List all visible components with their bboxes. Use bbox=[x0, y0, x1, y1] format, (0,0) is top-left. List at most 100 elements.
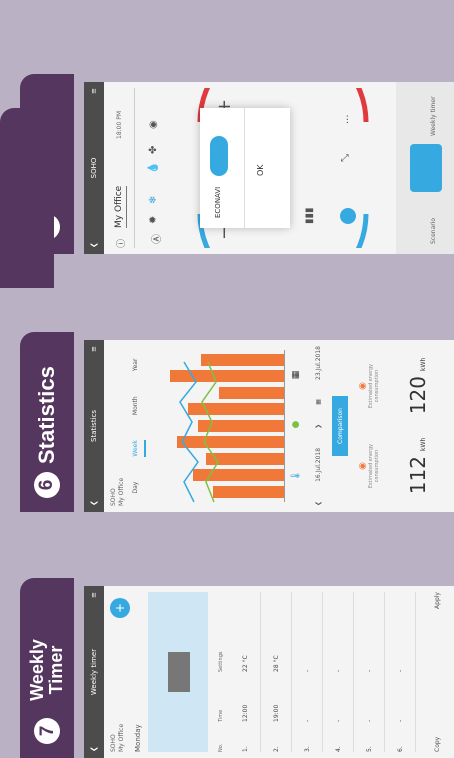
home-nav-icon[interactable] bbox=[410, 144, 442, 192]
row-setting: - bbox=[303, 669, 311, 672]
econavi-toggle-icon[interactable] bbox=[210, 136, 228, 176]
app-bar-title: Weekly timer bbox=[90, 648, 98, 696]
column-header: No. bbox=[218, 743, 224, 752]
row-number: 1. bbox=[241, 746, 249, 752]
econavi-sensor-icon[interactable] bbox=[340, 208, 356, 224]
copy-button[interactable]: Copy bbox=[434, 737, 448, 752]
cool-mode-icon[interactable]: ❄ bbox=[148, 196, 159, 204]
calendar-icon[interactable]: ▦ bbox=[315, 399, 322, 405]
add-button[interactable]: + bbox=[110, 598, 130, 618]
timeline bbox=[148, 592, 208, 752]
bottom-nav: Scenario Weekly timer bbox=[396, 82, 454, 254]
energy-item: ◉ Estimated energy consumption bbox=[358, 351, 398, 421]
dialog-title: ECONAVI bbox=[214, 186, 222, 218]
header-line-2: My Office bbox=[118, 477, 125, 506]
tab-year[interactable]: Year bbox=[132, 359, 146, 372]
energy-value: 120 kWh bbox=[406, 358, 430, 415]
row-time: - bbox=[365, 719, 373, 722]
panel-statistics-tab: 6 Statistics bbox=[20, 332, 74, 512]
date-from: 16.Jul.2018 bbox=[314, 447, 322, 482]
period-tabs: Day Week Month Year bbox=[132, 346, 146, 506]
back-icon[interactable]: ❮ bbox=[90, 242, 98, 248]
row-number: 5. bbox=[365, 746, 373, 752]
table-row[interactable]: 2. 19:00 28 °C bbox=[261, 592, 292, 752]
panel-weekly-timer-tab bbox=[0, 108, 54, 288]
energy-number: 120 bbox=[406, 376, 430, 415]
dry-mode-icon[interactable]: 💧 bbox=[148, 162, 159, 174]
apply-button[interactable]: Apply bbox=[434, 592, 448, 609]
panel-title: Statistics bbox=[34, 366, 59, 464]
row-setting: 28 °C bbox=[272, 655, 280, 672]
header-line-2: My Office bbox=[118, 723, 125, 752]
table-row[interactable]: 3. - - bbox=[292, 592, 323, 752]
dialog-ok-button[interactable]: OK bbox=[256, 164, 265, 176]
swing-icon[interactable]: ⤡ bbox=[340, 154, 351, 162]
column-header: Settings bbox=[218, 651, 224, 672]
table-row[interactable]: 6. - - bbox=[385, 592, 416, 752]
row-time: - bbox=[396, 719, 404, 722]
energy-label: Estimated energy consumption bbox=[368, 363, 380, 409]
header-line-1: SOHO bbox=[110, 488, 117, 506]
nanoe-icon[interactable]: ◉ bbox=[148, 120, 159, 129]
leaf-icon[interactable]: ● bbox=[291, 421, 301, 429]
timer-table: 1. 12:00 22 °C 2. 19:00 28 °C 3. - - 4. - - 5. - - 6. - - bbox=[230, 592, 416, 752]
menu-icon[interactable]: ≡ bbox=[90, 346, 98, 352]
row-setting: - bbox=[365, 669, 373, 672]
bottom-actions: Copy Apply bbox=[434, 592, 448, 752]
scenario-nav[interactable]: Scenario bbox=[430, 218, 437, 244]
back-icon[interactable]: ❮ bbox=[90, 746, 98, 752]
dialog-divider bbox=[244, 108, 245, 228]
energy-icon: ◉ bbox=[358, 462, 368, 470]
app-bar: ❮ Weekly timer ≡ bbox=[84, 586, 104, 758]
more-button[interactable]: ... bbox=[340, 114, 351, 124]
next-icon[interactable]: ❯ bbox=[315, 424, 322, 429]
app-bar: ❮ SOHO ≡ bbox=[84, 82, 104, 254]
weekly-timer-nav[interactable]: Weekly timer bbox=[430, 96, 437, 136]
temperature-lines bbox=[179, 361, 219, 502]
app-bar: ❮ Statistics ≡ bbox=[84, 340, 104, 512]
thermometer-icon[interactable]: 🌡 bbox=[291, 470, 301, 481]
info-icon[interactable]: ⓘ bbox=[114, 239, 127, 248]
energy-summary: ◉ Estimated energy consumption ◉ Estimat… bbox=[358, 346, 398, 506]
fan-mode-icon[interactable]: ✤ bbox=[148, 146, 159, 154]
row-number: 6. bbox=[396, 746, 404, 752]
tab-day[interactable]: Day bbox=[132, 482, 146, 494]
menu-icon[interactable]: ≡ bbox=[90, 592, 98, 598]
app-bar-title: SOHO bbox=[90, 157, 98, 179]
energy-number: 112 bbox=[406, 456, 430, 495]
statistics-screen: ❮ Statistics ≡ SOHO My Office Day Week M… bbox=[84, 340, 454, 512]
location-header: SOHO My Office bbox=[110, 478, 126, 506]
table-row[interactable]: 4. - - bbox=[323, 592, 354, 752]
building-icon[interactable]: ▦ bbox=[291, 371, 301, 380]
table-row[interactable]: 1. 12:00 22 °C bbox=[230, 592, 261, 752]
header-line-1: SOHO bbox=[110, 734, 117, 752]
auto-mode-icon[interactable]: Ⓐ bbox=[148, 234, 163, 244]
panel-weekly-timer-tab: 7 Weekly Timer bbox=[20, 578, 74, 758]
tab-week[interactable]: Week bbox=[132, 440, 146, 457]
back-icon[interactable]: ❮ bbox=[90, 500, 98, 506]
row-number: 3. bbox=[303, 746, 311, 752]
energy-values: 112 kWh 120 kWh bbox=[406, 346, 436, 506]
energy-label: Estimated energy consumption bbox=[368, 443, 380, 489]
row-number: 4. bbox=[334, 746, 342, 752]
row-time: - bbox=[303, 719, 311, 722]
date-range: ❮ 16.Jul.2018 ❯ ▦ 23.Jul.2018 bbox=[310, 346, 326, 506]
timeline-block[interactable] bbox=[168, 652, 190, 692]
signal-icon: ▮▮▮ bbox=[304, 207, 315, 224]
comparison-button[interactable]: Comparison bbox=[332, 396, 348, 456]
day-label: Monday bbox=[134, 724, 142, 752]
panel-title: Weekly Timer bbox=[27, 639, 66, 701]
location-header: SOHO My Office bbox=[110, 724, 126, 752]
heat-mode-icon[interactable]: ✹ bbox=[148, 216, 159, 224]
app-bar-title: Statistics bbox=[90, 410, 98, 442]
prev-icon[interactable]: ❮ bbox=[315, 501, 322, 506]
table-row[interactable]: 5. - - bbox=[354, 592, 385, 752]
date-to: 23.Jul.2018 bbox=[314, 346, 322, 380]
tab-month[interactable]: Month bbox=[132, 396, 146, 415]
energy-item: ◉ Estimated energy consumption bbox=[358, 431, 398, 501]
menu-icon[interactable]: ≡ bbox=[90, 88, 98, 94]
panel-number: 6 bbox=[34, 472, 60, 498]
time-label: 18:00 PM bbox=[116, 111, 123, 139]
location-label: My Office bbox=[114, 185, 127, 228]
energy-icon: ◉ bbox=[358, 382, 368, 390]
